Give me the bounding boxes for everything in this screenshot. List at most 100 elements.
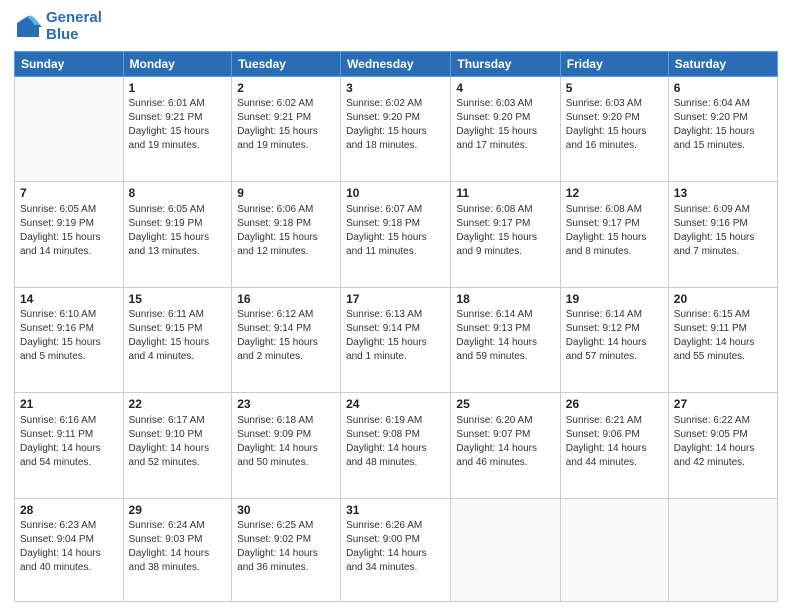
day-info: Sunrise: 6:05 AM Sunset: 9:19 PM Dayligh… [20, 203, 118, 259]
calendar-header-row: SundayMondayTuesdayWednesdayThursdayFrid… [15, 52, 778, 77]
calendar-cell: 4Sunrise: 6:03 AM Sunset: 9:20 PM Daylig… [451, 77, 560, 182]
day-number: 14 [20, 291, 118, 307]
day-info: Sunrise: 6:04 AM Sunset: 9:20 PM Dayligh… [674, 97, 772, 153]
day-info: Sunrise: 6:01 AM Sunset: 9:21 PM Dayligh… [129, 97, 227, 153]
calendar-header-thursday: Thursday [451, 52, 560, 77]
day-info: Sunrise: 6:23 AM Sunset: 9:04 PM Dayligh… [20, 519, 118, 575]
day-info: Sunrise: 6:11 AM Sunset: 9:15 PM Dayligh… [129, 308, 227, 364]
calendar-cell: 6Sunrise: 6:04 AM Sunset: 9:20 PM Daylig… [668, 77, 777, 182]
day-number: 2 [237, 80, 335, 96]
calendar-header-friday: Friday [560, 52, 668, 77]
day-number: 27 [674, 396, 772, 412]
day-number: 3 [346, 80, 445, 96]
day-number: 22 [129, 396, 227, 412]
day-number: 5 [566, 80, 663, 96]
day-number: 16 [237, 291, 335, 307]
day-info: Sunrise: 6:14 AM Sunset: 9:13 PM Dayligh… [456, 308, 554, 364]
calendar-cell: 25 Sunrise: 6:20 AM Sunset: 9:07 PM Dayli… [451, 393, 560, 498]
day-number: 28 [20, 502, 118, 518]
day-info: Sunrise: 6:02 AM Sunset: 9:21 PM Dayligh… [237, 97, 335, 153]
calendar-week-2: 7 Sunrise: 6:05 AM Sunset: 9:19 PM Daylig… [15, 182, 778, 287]
calendar-cell: 27 Sunrise: 6:22 AM Sunset: 9:05 PM Dayli… [668, 393, 777, 498]
day-number: 20 [674, 291, 772, 307]
calendar-cell [15, 77, 124, 182]
day-info: Sunrise: 6:12 AM Sunset: 9:14 PM Dayligh… [237, 308, 335, 364]
day-number: 23 [237, 396, 335, 412]
day-info: Sunrise: 6:22 AM Sunset: 9:05 PM Dayligh… [674, 414, 772, 470]
calendar-cell: 3Sunrise: 6:02 AM Sunset: 9:20 PM Daylig… [341, 77, 451, 182]
calendar-cell: 30Sunrise: 6:25 AM Sunset: 9:02 PM Dayli… [232, 498, 341, 601]
calendar-cell: 7 Sunrise: 6:05 AM Sunset: 9:19 PM Daylig… [15, 182, 124, 287]
logo-text: General Blue [46, 10, 102, 43]
day-info: Sunrise: 6:16 AM Sunset: 9:11 PM Dayligh… [20, 414, 118, 470]
calendar-cell: 31Sunrise: 6:26 AM Sunset: 9:00 PM Dayli… [341, 498, 451, 601]
calendar-cell [668, 498, 777, 601]
day-number: 7 [20, 185, 118, 201]
day-info: Sunrise: 6:03 AM Sunset: 9:20 PM Dayligh… [456, 97, 554, 153]
day-number: 13 [674, 185, 772, 201]
day-info: Sunrise: 6:05 AM Sunset: 9:19 PM Dayligh… [129, 203, 227, 259]
calendar-header-tuesday: Tuesday [232, 52, 341, 77]
calendar-cell: 21 Sunrise: 6:16 AM Sunset: 9:11 PM Dayli… [15, 393, 124, 498]
day-number: 19 [566, 291, 663, 307]
calendar-cell [560, 498, 668, 601]
day-number: 29 [129, 502, 227, 518]
calendar-header-wednesday: Wednesday [341, 52, 451, 77]
day-number: 12 [566, 185, 663, 201]
calendar-cell: 11 Sunrise: 6:08 AM Sunset: 9:17 PM Dayli… [451, 182, 560, 287]
calendar-cell: 16Sunrise: 6:12 AM Sunset: 9:14 PM Dayli… [232, 287, 341, 392]
day-info: Sunrise: 6:02 AM Sunset: 9:20 PM Dayligh… [346, 97, 445, 153]
calendar-cell: 19Sunrise: 6:14 AM Sunset: 9:12 PM Dayli… [560, 287, 668, 392]
calendar-cell: 8Sunrise: 6:05 AM Sunset: 9:19 PM Daylig… [123, 182, 232, 287]
day-number: 26 [566, 396, 663, 412]
calendar-cell: 23 Sunrise: 6:18 AM Sunset: 9:09 PM Dayli… [232, 393, 341, 498]
calendar-cell [451, 498, 560, 601]
calendar-cell: 28Sunrise: 6:23 AM Sunset: 9:04 PM Dayli… [15, 498, 124, 601]
calendar-cell: 12Sunrise: 6:08 AM Sunset: 9:17 PM Dayli… [560, 182, 668, 287]
day-info: Sunrise: 6:06 AM Sunset: 9:18 PM Dayligh… [237, 203, 335, 259]
day-info: Sunrise: 6:09 AM Sunset: 9:16 PM Dayligh… [674, 203, 772, 259]
calendar-header-saturday: Saturday [668, 52, 777, 77]
day-number: 9 [237, 185, 335, 201]
calendar-cell: 9 Sunrise: 6:06 AM Sunset: 9:18 PM Daylig… [232, 182, 341, 287]
day-info: Sunrise: 6:19 AM Sunset: 9:08 PM Dayligh… [346, 414, 445, 470]
calendar-week-1: 1Sunrise: 6:01 AM Sunset: 9:21 PM Daylig… [15, 77, 778, 182]
day-info: Sunrise: 6:14 AM Sunset: 9:12 PM Dayligh… [566, 308, 663, 364]
calendar-cell: 17Sunrise: 6:13 AM Sunset: 9:14 PM Dayli… [341, 287, 451, 392]
day-number: 24 [346, 396, 445, 412]
day-number: 15 [129, 291, 227, 307]
calendar-cell: 5Sunrise: 6:03 AM Sunset: 9:20 PM Daylig… [560, 77, 668, 182]
day-info: Sunrise: 6:20 AM Sunset: 9:07 PM Dayligh… [456, 414, 554, 470]
day-number: 17 [346, 291, 445, 307]
calendar-cell: 15Sunrise: 6:11 AM Sunset: 9:15 PM Dayli… [123, 287, 232, 392]
calendar-cell: 13 Sunrise: 6:09 AM Sunset: 9:16 PM Dayli… [668, 182, 777, 287]
day-info: Sunrise: 6:18 AM Sunset: 9:09 PM Dayligh… [237, 414, 335, 470]
day-info: Sunrise: 6:08 AM Sunset: 9:17 PM Dayligh… [456, 203, 554, 259]
day-info: Sunrise: 6:24 AM Sunset: 9:03 PM Dayligh… [129, 519, 227, 575]
day-number: 10 [346, 185, 445, 201]
day-number: 31 [346, 502, 445, 518]
day-info: Sunrise: 6:13 AM Sunset: 9:14 PM Dayligh… [346, 308, 445, 364]
logo-icon [14, 13, 42, 41]
calendar-week-3: 14Sunrise: 6:10 AM Sunset: 9:16 PM Dayli… [15, 287, 778, 392]
day-info: Sunrise: 6:10 AM Sunset: 9:16 PM Dayligh… [20, 308, 118, 364]
day-info: Sunrise: 6:17 AM Sunset: 9:10 PM Dayligh… [129, 414, 227, 470]
calendar-header-sunday: Sunday [15, 52, 124, 77]
page: General Blue SundayMondayTuesdayWednesda… [0, 0, 792, 612]
calendar-header-monday: Monday [123, 52, 232, 77]
day-info: Sunrise: 6:21 AM Sunset: 9:06 PM Dayligh… [566, 414, 663, 470]
day-number: 11 [456, 185, 554, 201]
day-number: 6 [674, 80, 772, 96]
calendar-cell: 26 Sunrise: 6:21 AM Sunset: 9:06 PM Dayli… [560, 393, 668, 498]
day-number: 4 [456, 80, 554, 96]
calendar-table: SundayMondayTuesdayWednesdayThursdayFrid… [14, 51, 778, 602]
day-number: 25 [456, 396, 554, 412]
header: General Blue [14, 10, 778, 43]
calendar-cell: 1Sunrise: 6:01 AM Sunset: 9:21 PM Daylig… [123, 77, 232, 182]
day-info: Sunrise: 6:15 AM Sunset: 9:11 PM Dayligh… [674, 308, 772, 364]
day-number: 30 [237, 502, 335, 518]
day-number: 21 [20, 396, 118, 412]
day-info: Sunrise: 6:07 AM Sunset: 9:18 PM Dayligh… [346, 203, 445, 259]
calendar-cell: 10 Sunrise: 6:07 AM Sunset: 9:18 PM Dayli… [341, 182, 451, 287]
calendar-cell: 20Sunrise: 6:15 AM Sunset: 9:11 PM Dayli… [668, 287, 777, 392]
